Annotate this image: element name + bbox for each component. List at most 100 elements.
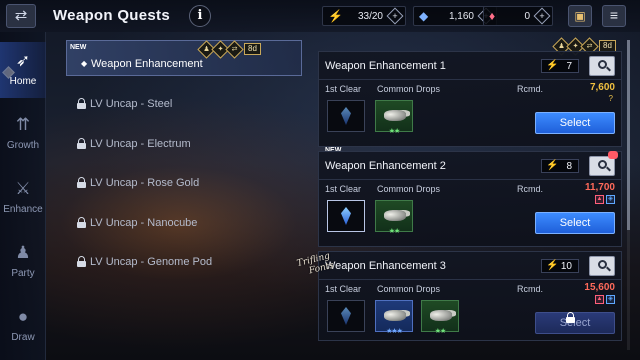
- enhance-icon: ⚔: [15, 179, 31, 198]
- new-tag: NEW: [70, 44, 87, 51]
- side-navigation: ➶ Home ⇈ Growth ⚔ Enhance ♟ Party ● Draw: [0, 32, 46, 360]
- lightning-icon: ⚡: [546, 160, 559, 171]
- quest-label: LV Uncap - Rose Gold: [90, 177, 200, 189]
- stage-header: Weapon Enhancement 3 ⚡ 10: [319, 252, 621, 280]
- nav-party[interactable]: ♟ Party: [0, 234, 46, 290]
- recommended-label: Rcmd.: [517, 184, 544, 194]
- fire-element-icon: ▲: [595, 295, 604, 304]
- common-drops-label: Common Drops: [377, 284, 441, 294]
- rarity-stars: ★★★: [386, 328, 403, 335]
- bullet-icon: ◆: [81, 59, 88, 68]
- ore-icon: [430, 310, 452, 321]
- nav-draw[interactable]: ● Draw: [0, 298, 46, 354]
- stamina-cost: ⚡ 7: [541, 59, 579, 73]
- rarity-stars: ★★: [388, 128, 401, 135]
- quest-item-lv-uncap-rose-gold[interactable]: LV Uncap - Rose Gold: [66, 163, 302, 199]
- hamburger-icon: ≡: [609, 7, 619, 23]
- inspect-button[interactable]: [589, 256, 615, 276]
- crystal-icon: [341, 207, 351, 225]
- scrollbar-thumb[interactable]: [627, 40, 630, 230]
- common-drop-item[interactable]: ★★: [375, 100, 413, 135]
- common-drop-item[interactable]: ★★★: [375, 300, 413, 335]
- lock-icon: [566, 312, 575, 323]
- select-button[interactable]: Select: [535, 112, 615, 134]
- stage-card-2: Weapon Enhancement 2 ⚡ 8 1st Clear Commo…: [318, 151, 622, 247]
- stage-header: Weapon Enhancement 1 ⚡ 7: [319, 52, 621, 80]
- page-title: Weapon Quests: [53, 7, 170, 24]
- nav-growth[interactable]: ⇈ Growth: [0, 106, 46, 162]
- growth-icon: ⇈: [15, 115, 31, 134]
- event-badges: ♟ ✦ ⇄ 8d: [197, 40, 261, 59]
- element-icons: ▲ ◈: [595, 195, 615, 204]
- select-button[interactable]: Select: [535, 212, 615, 234]
- stage-card-1: Weapon Enhancement 1 ⚡ 7 1st Clear Commo…: [318, 51, 622, 147]
- nav-enhance[interactable]: ⚔ Enhance: [0, 170, 46, 226]
- gem-counter: ♦ 0 +: [483, 6, 553, 26]
- cost-value: 8: [566, 161, 572, 172]
- stage-name: Weapon Enhancement 1: [325, 60, 446, 72]
- menu-button[interactable]: ≡: [602, 5, 626, 27]
- rarity-stars: ★★: [388, 228, 401, 235]
- quest-label: Weapon Enhancement: [91, 58, 203, 70]
- stage-card-3: Weapon Enhancement 3 ⚡ 10 1st Clear Comm…: [318, 251, 622, 341]
- lightning-icon: ⚡: [546, 260, 559, 271]
- back-button[interactable]: ⇄: [6, 4, 36, 28]
- weapon-quests-screen: ⇄ Weapon Quests i ⚡ 33/20 + ◆ 1,160 + ♦ …: [0, 0, 640, 360]
- draw-icon: ●: [17, 307, 29, 326]
- common-drop-item[interactable]: ★★: [375, 200, 413, 235]
- first-clear-reward[interactable]: [327, 100, 365, 132]
- info-button[interactable]: i: [189, 5, 211, 27]
- ore-icon: [384, 210, 406, 221]
- crystal-value: 1,160: [448, 11, 474, 22]
- common-drops-label: Common Drops: [377, 184, 441, 194]
- gem-value: 0: [524, 11, 530, 22]
- add-gem-button[interactable]: +: [533, 7, 551, 25]
- recommended-power: 7,600: [589, 82, 615, 93]
- recommended-label: Rcmd.: [517, 284, 544, 294]
- quest-item-lv-uncap-electrum[interactable]: LV Uncap - Electrum: [66, 124, 302, 160]
- first-clear-reward[interactable]: [327, 300, 365, 332]
- lock-icon: [77, 138, 86, 149]
- stamina-cost: ⚡ 10: [541, 259, 579, 273]
- quest-item-lv-uncap-genome-pod[interactable]: LV Uncap - Genome Pod: [66, 242, 302, 278]
- select-button[interactable]: Select: [535, 312, 615, 334]
- top-bar: ⇄ Weapon Quests i ⚡ 33/20 + ◆ 1,160 + ♦ …: [0, 0, 640, 32]
- nav-party-label: Party: [11, 268, 35, 279]
- recommended-power: 11,700: [584, 182, 615, 193]
- recommended-power: 15,600: [584, 282, 615, 293]
- fire-element-icon: ▲: [595, 195, 604, 204]
- briefcase-button[interactable]: ▣: [568, 5, 592, 27]
- common-drop-item[interactable]: ★★: [421, 300, 459, 335]
- first-clear-label: 1st Clear: [325, 84, 362, 94]
- wind-element-icon: ◈: [606, 195, 615, 204]
- nav-home[interactable]: ➶ Home: [0, 42, 46, 98]
- add-stamina-button[interactable]: +: [386, 7, 404, 25]
- stamina-cost: ⚡ 8: [541, 159, 579, 173]
- briefcase-icon: ▣: [574, 9, 586, 23]
- recommended-label: Rcmd.: [517, 84, 544, 94]
- element-icons: ▲ ◈: [595, 295, 615, 304]
- lock-icon: [77, 256, 86, 267]
- quest-item-lv-uncap-steel[interactable]: LV Uncap - Steel: [66, 84, 302, 120]
- inspect-button[interactable]: [589, 151, 618, 176]
- quest-item-lv-uncap-nanocube[interactable]: LV Uncap - Nanocube: [66, 203, 302, 239]
- arrow-left-right-icon: ⇄: [14, 7, 28, 24]
- nav-enhance-label: Enhance: [3, 204, 43, 215]
- ore-icon: [384, 310, 406, 321]
- party-icon: ♟: [15, 243, 31, 262]
- stamina-counter: ⚡ 33/20 +: [322, 6, 406, 26]
- quest-item-weapon-enhancement[interactable]: NEW ♟ ✦ ⇄ 8d ◆ Weapon Enhancement: [66, 40, 302, 76]
- inspect-button[interactable]: [589, 56, 615, 76]
- lock-icon: [77, 98, 86, 109]
- stage-name: Weapon Enhancement 2: [325, 160, 446, 172]
- lightning-icon: ⚡: [546, 60, 559, 71]
- first-clear-label: 1st Clear: [325, 184, 362, 194]
- quest-label: LV Uncap - Genome Pod: [90, 256, 213, 268]
- crystal-icon: [341, 107, 351, 125]
- quest-label: LV Uncap - Steel: [90, 98, 173, 110]
- days-remaining: 8d: [244, 43, 261, 55]
- quest-label: LV Uncap - Electrum: [90, 138, 191, 150]
- stage-scrollbar[interactable]: [627, 40, 630, 350]
- first-clear-reward[interactable]: [327, 200, 365, 232]
- gem-icon: ♦: [489, 9, 496, 23]
